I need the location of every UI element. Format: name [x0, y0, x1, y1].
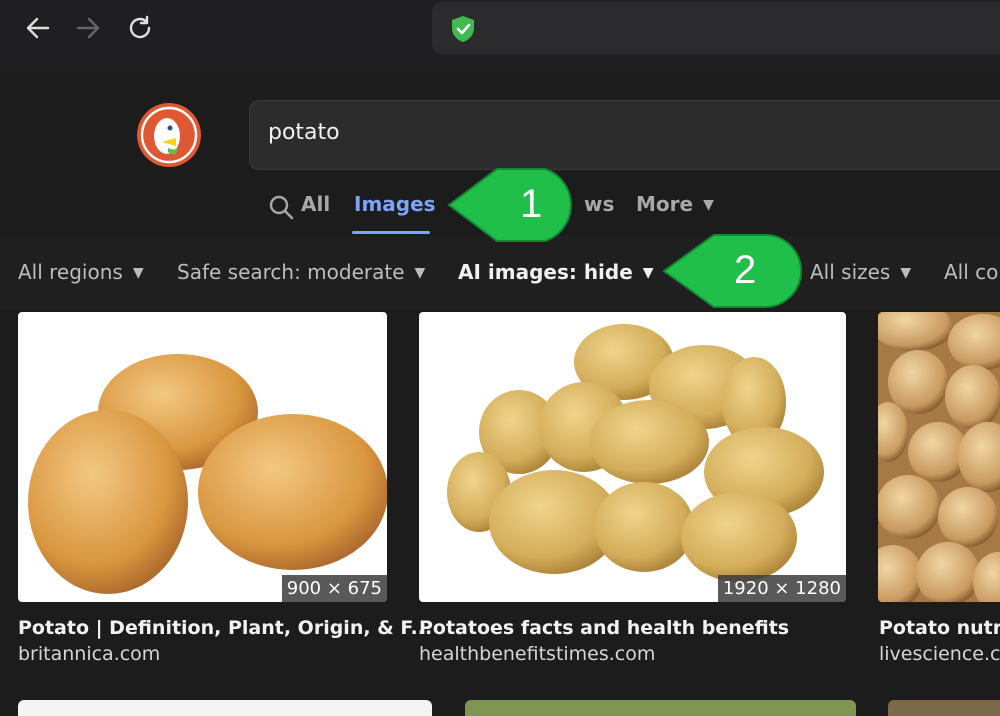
- callout-two-label: 2: [734, 248, 757, 292]
- search-query: potato: [268, 120, 340, 145]
- result-image-5[interactable]: [465, 700, 856, 716]
- search-icon: [269, 195, 294, 220]
- filter-safe-search[interactable]: Safe search: moderate ▼: [177, 260, 425, 284]
- potato-image: [28, 354, 387, 594]
- filter-ai-images[interactable]: AI images: hide ▼: [458, 260, 654, 284]
- browser-toolbar: [0, 0, 1000, 72]
- result-source-1[interactable]: britannica.com: [18, 643, 160, 665]
- chevron-down-icon: ▼: [132, 265, 144, 281]
- shield-check-icon[interactable]: [450, 15, 476, 43]
- search-input[interactable]: potato: [249, 100, 1000, 170]
- address-bar[interactable]: [432, 1, 1000, 55]
- chevron-down-icon: ▼: [642, 265, 654, 281]
- result-image-2[interactable]: 1920 × 1280: [419, 312, 846, 602]
- image-dimensions: 1920 × 1280: [717, 575, 846, 602]
- filter-sizes-label: All sizes: [810, 260, 891, 284]
- filter-regions-label: All regions: [18, 260, 123, 284]
- result-image-1[interactable]: 900 × 675: [18, 312, 387, 602]
- tab-more-label: More: [636, 192, 694, 216]
- tab-images[interactable]: Images: [354, 192, 436, 216]
- filter-regions[interactable]: All regions ▼: [18, 260, 144, 284]
- reload-icon[interactable]: [124, 12, 156, 44]
- result-title-3[interactable]: Potato nutriti: [879, 617, 1000, 639]
- filter-safe-search-label: Safe search: moderate: [177, 260, 405, 284]
- result-title-1[interactable]: Potato | Definition, Plant, Origin, & F.…: [18, 617, 432, 639]
- forward-icon[interactable]: [72, 12, 104, 44]
- result-image-4[interactable]: [18, 700, 432, 716]
- result-title-2[interactable]: Potatoes facts and health benefits: [419, 617, 789, 639]
- callout-arrow-icon: [447, 168, 572, 242]
- filter-colors[interactable]: All co: [944, 260, 998, 284]
- chevron-down-icon: ▼: [900, 265, 912, 281]
- filter-sizes[interactable]: All sizes ▼: [810, 260, 911, 284]
- callout-one-label: 1: [520, 182, 543, 226]
- duckduckgo-logo[interactable]: [136, 102, 202, 168]
- result-image-3[interactable]: [878, 312, 1000, 602]
- filter-ai-images-label: AI images: hide: [458, 260, 633, 284]
- callout-arrow-icon: [662, 234, 802, 308]
- tab-more[interactable]: More ▼: [636, 192, 714, 216]
- chevron-down-icon: ▼: [703, 197, 714, 213]
- potatoes-pile-image: [878, 312, 1000, 602]
- potatoes-image: [447, 324, 824, 582]
- chevron-down-icon: ▼: [414, 265, 426, 281]
- image-dimensions: 900 × 675: [281, 575, 387, 602]
- back-icon[interactable]: [22, 12, 54, 44]
- active-tab-indicator: [352, 231, 430, 234]
- result-source-3[interactable]: livescience.c: [879, 643, 1000, 665]
- callout-one: 1: [445, 163, 587, 247]
- result-image-6[interactable]: [888, 700, 1000, 716]
- tab-all-label: All: [301, 192, 331, 216]
- callout-two: 2: [660, 230, 805, 312]
- result-source-2[interactable]: healthbenefitstimes.com: [419, 643, 655, 665]
- tab-news[interactable]: ws: [584, 192, 614, 216]
